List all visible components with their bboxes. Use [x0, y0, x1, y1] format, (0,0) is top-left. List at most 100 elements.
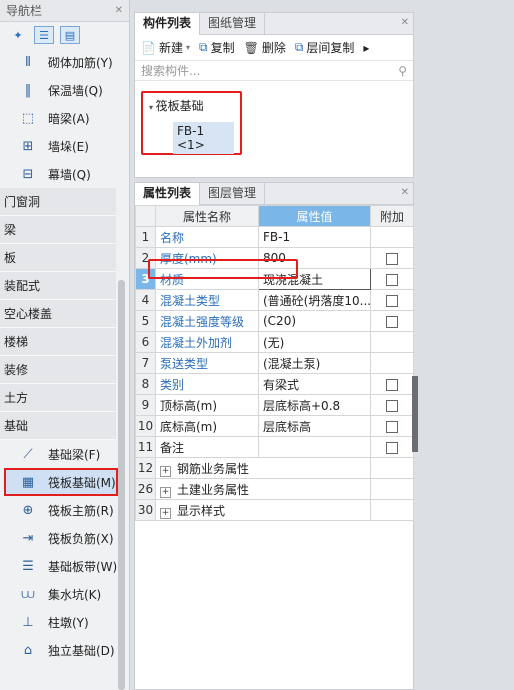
- group-label: 显示样式: [177, 503, 226, 518]
- extra-cell: [370, 394, 414, 416]
- nav-item-column-pier[interactable]: ⊥ 柱墩(Y): [0, 608, 129, 636]
- nav-item-foundation-beam[interactable]: ⟋ 基础梁(F): [0, 440, 129, 468]
- dropdown-icon[interactable]: ▾: [186, 43, 190, 52]
- nav-item-foundation-strip[interactable]: ☰ 基础板带(W): [0, 552, 129, 580]
- property-group-row[interactable]: 26 + 土建业务属性: [135, 478, 414, 500]
- search-icon[interactable]: ⚲: [398, 64, 407, 78]
- nav-category[interactable]: 梁: [0, 216, 116, 244]
- nav-category[interactable]: 空心楼盖: [0, 300, 116, 328]
- tab-drawing-management[interactable]: 图纸管理: [200, 13, 266, 34]
- nav-category[interactable]: 装修: [0, 356, 116, 384]
- close-icon[interactable]: ✕: [401, 183, 409, 203]
- nav-category[interactable]: 基础: [0, 412, 116, 440]
- property-value[interactable]: FB-1: [258, 226, 371, 248]
- close-icon[interactable]: ✕: [401, 13, 409, 33]
- nav-item-label: 暗梁(A): [48, 111, 90, 126]
- tree-node-fb1[interactable]: FB-1 <1>: [173, 122, 234, 154]
- nav-category[interactable]: 门窗洞: [0, 188, 116, 216]
- property-value[interactable]: 层底标高: [258, 415, 371, 437]
- search-input[interactable]: 搜索构件...: [141, 62, 200, 79]
- extra-cell: [370, 415, 414, 437]
- nav-item-label: 筏板主筋(R): [48, 503, 114, 518]
- extra-checkbox[interactable]: [386, 294, 398, 307]
- copy-icon: ⧉: [198, 40, 208, 54]
- nav-item-curtain-wall[interactable]: ⊟ 幕墙(Q): [0, 160, 129, 188]
- extra-checkbox[interactable]: [386, 441, 398, 454]
- property-value[interactable]: (普通砼(坍落度10...: [258, 289, 371, 311]
- property-row[interactable]: 9 顶标高(m) 层底标高+0.8: [135, 394, 414, 416]
- extra-checkbox[interactable]: [386, 273, 398, 286]
- property-value[interactable]: 层底标高+0.8: [258, 394, 371, 416]
- splitter-handle[interactable]: [412, 376, 418, 452]
- new-button[interactable]: 📄 新建 ▾: [141, 39, 190, 56]
- property-value[interactable]: [258, 436, 371, 458]
- property-row[interactable]: 11 备注: [135, 436, 414, 458]
- tab-property-list[interactable]: 属性列表: [135, 183, 201, 205]
- nav-item-insulation-wall[interactable]: ‖ 保温墙(Q): [0, 76, 129, 104]
- extra-cell: [370, 289, 414, 311]
- group-cell: + 钢筋业务属性: [155, 457, 371, 479]
- floor-copy-button[interactable]: ⧉ 层间复制: [295, 39, 355, 56]
- copy-button[interactable]: ⧉ 复制: [199, 39, 235, 56]
- nav-item-sump[interactable]: ⩊ 集水坑(K): [0, 580, 129, 608]
- more-button[interactable]: ▸: [363, 41, 369, 55]
- property-group-row[interactable]: 30 + 显示样式: [135, 499, 414, 521]
- extra-cell: [370, 457, 414, 479]
- row-number: 30: [135, 499, 156, 521]
- nav-category[interactable]: 板: [0, 244, 116, 272]
- list-view-icon[interactable]: ☰: [34, 26, 54, 44]
- expand-icon[interactable]: +: [160, 507, 171, 519]
- property-row[interactable]: 1 名称 FB-1: [135, 226, 414, 248]
- property-group-row[interactable]: 12 + 钢筋业务属性: [135, 457, 414, 479]
- extra-checkbox[interactable]: [386, 399, 398, 412]
- new-icon: 📄: [141, 40, 156, 55]
- property-row[interactable]: 6 混凝土外加剂 (无): [135, 331, 414, 353]
- nav-item-label: 保温墙(Q): [48, 83, 103, 98]
- nav-item-label: 独立基础(D): [48, 643, 115, 658]
- extra-cell: [370, 331, 414, 353]
- extra-checkbox[interactable]: [386, 420, 398, 433]
- nav-category[interactable]: 楼梯: [0, 328, 116, 356]
- extra-checkbox[interactable]: [386, 315, 398, 328]
- row-number: 6: [135, 331, 156, 353]
- component-tree: ▾ 筏板基础 FB-1 <1>: [141, 91, 242, 155]
- property-row[interactable]: 7 泵送类型 (混凝土泵): [135, 352, 414, 374]
- property-row[interactable]: 5 混凝土强度等级 (C20): [135, 310, 414, 332]
- tab-layer-management[interactable]: 图层管理: [200, 183, 266, 204]
- nav-scrollbar[interactable]: [118, 280, 125, 690]
- search-bar[interactable]: 搜索构件... ⚲: [135, 61, 413, 81]
- property-value[interactable]: 有梁式: [258, 373, 371, 395]
- property-row[interactable]: 10 底标高(m) 层底标高: [135, 415, 414, 437]
- property-name: 顶标高(m): [155, 394, 259, 416]
- raft-negative-rebar-icon: ⇥: [22, 530, 34, 546]
- tab-component-list[interactable]: 构件列表: [135, 13, 201, 35]
- nav-item-isolated-footing[interactable]: ⌂ 独立基础(D): [0, 636, 129, 664]
- nav-item-label: 筏板负筋(X): [48, 531, 114, 546]
- nav-item-brick-rebar[interactable]: ⦀ 砌体加筋(Y): [0, 48, 129, 76]
- property-value[interactable]: (无): [258, 331, 371, 353]
- extra-cell: [370, 226, 414, 248]
- detail-view-icon[interactable]: ▤: [60, 26, 80, 44]
- nav-item-raft-main-rebar[interactable]: ⊕ 筏板主筋(R): [0, 496, 129, 524]
- extra-checkbox[interactable]: [386, 252, 398, 265]
- tree-group[interactable]: ▾ 筏板基础: [149, 97, 234, 114]
- property-value[interactable]: (C20): [258, 310, 371, 332]
- row-number: 1: [135, 226, 156, 248]
- nav-item-raft-foundation[interactable]: ▦ 筏板基础(M): [4, 468, 118, 496]
- extra-checkbox[interactable]: [386, 378, 398, 391]
- expand-icon[interactable]: +: [160, 465, 171, 477]
- close-icon[interactable]: ✕: [115, 0, 123, 22]
- nav-item-hidden-beam[interactable]: ⬚ 暗梁(A): [0, 104, 129, 132]
- property-row[interactable]: 8 类别 有梁式: [135, 373, 414, 395]
- nav-item-wall-pier[interactable]: ⊞ 墙垛(E): [0, 132, 129, 160]
- property-row[interactable]: 4 混凝土类型 (普通砼(坍落度10...: [135, 289, 414, 311]
- nav-category[interactable]: 土方: [0, 384, 116, 412]
- property-name: 类别: [155, 373, 259, 395]
- delete-button[interactable]: 🗑 删除: [244, 39, 286, 56]
- pin-icon[interactable]: ✦: [8, 26, 28, 44]
- tree-group-label: 筏板基础: [155, 99, 204, 113]
- property-value[interactable]: (混凝土泵): [258, 352, 371, 374]
- nav-item-raft-negative-rebar[interactable]: ⇥ 筏板负筋(X): [0, 524, 129, 552]
- expand-icon[interactable]: +: [160, 486, 171, 498]
- nav-category[interactable]: 装配式: [0, 272, 116, 300]
